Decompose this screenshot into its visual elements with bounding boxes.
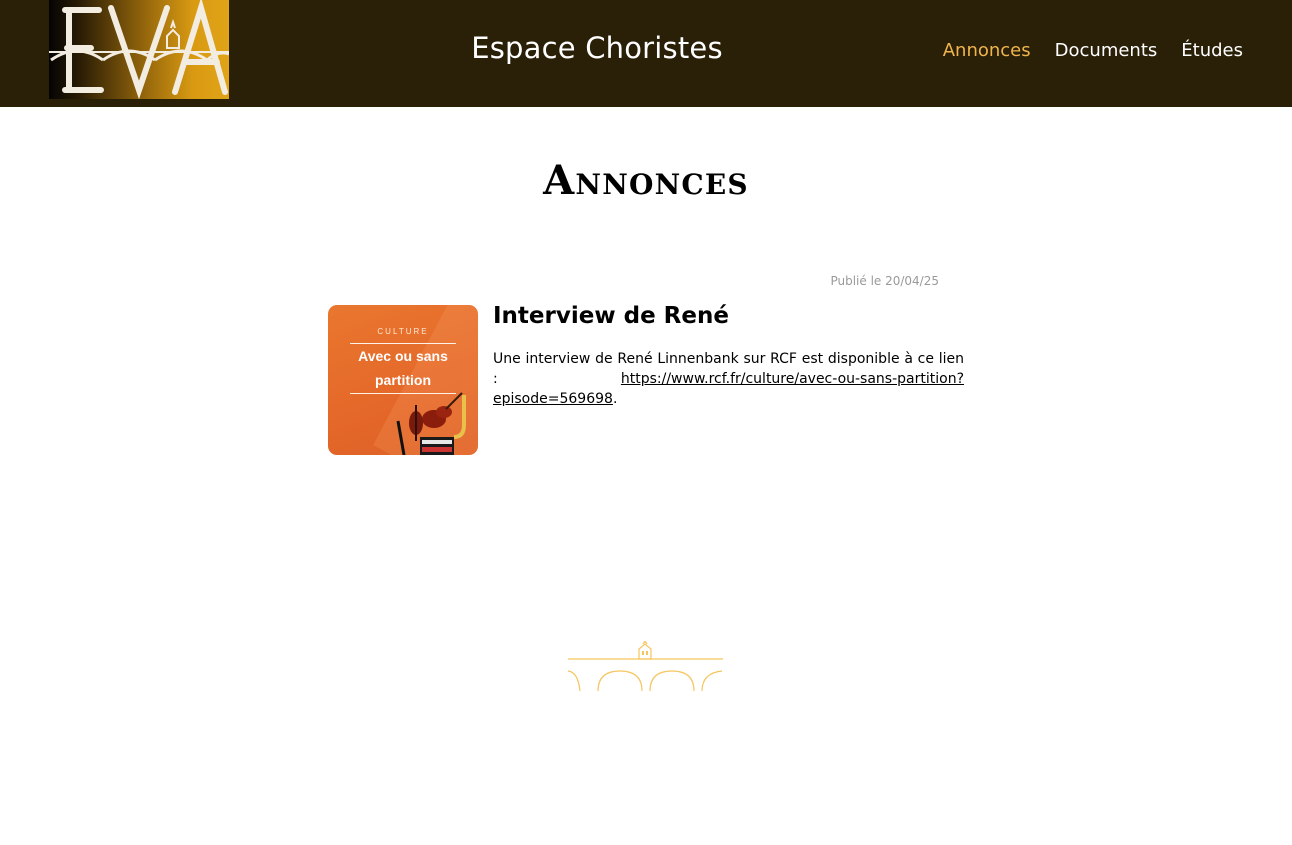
post-body-end: .	[612, 391, 618, 407]
site-title: Espace Choristes	[471, 31, 723, 65]
thumbnail-divider	[350, 343, 456, 344]
nav-item-etudes[interactable]: Études	[1181, 40, 1243, 61]
instruments-icon	[396, 392, 466, 455]
eva-logo-art	[49, 0, 229, 99]
eva-logo[interactable]	[49, 0, 229, 99]
post-thumbnail[interactable]: CULTURE Avec ou sans partition	[328, 305, 478, 455]
nav-item-documents[interactable]: Documents	[1055, 40, 1158, 61]
site-header: Espace Choristes Annonces Documents Étud…	[0, 0, 1292, 107]
nav-item-annonces[interactable]: Annonces	[943, 40, 1031, 61]
post-link[interactable]: https://www.rcf.fr/culture/avec-ou-sans-…	[493, 371, 964, 407]
main-nav: Annonces Documents Études	[943, 40, 1243, 61]
bridge-icon	[568, 641, 723, 692]
thumbnail-line-1: Avec ou sans	[358, 348, 448, 364]
publish-date: Publié le 20/04/25	[830, 274, 939, 288]
post-title[interactable]: Interview de René	[493, 303, 729, 329]
page-title: Annonces	[543, 157, 749, 204]
post-body: Une interview de René Linnenbank sur RCF…	[493, 349, 964, 409]
thumbnail-kicker: CULTURE	[377, 327, 429, 336]
